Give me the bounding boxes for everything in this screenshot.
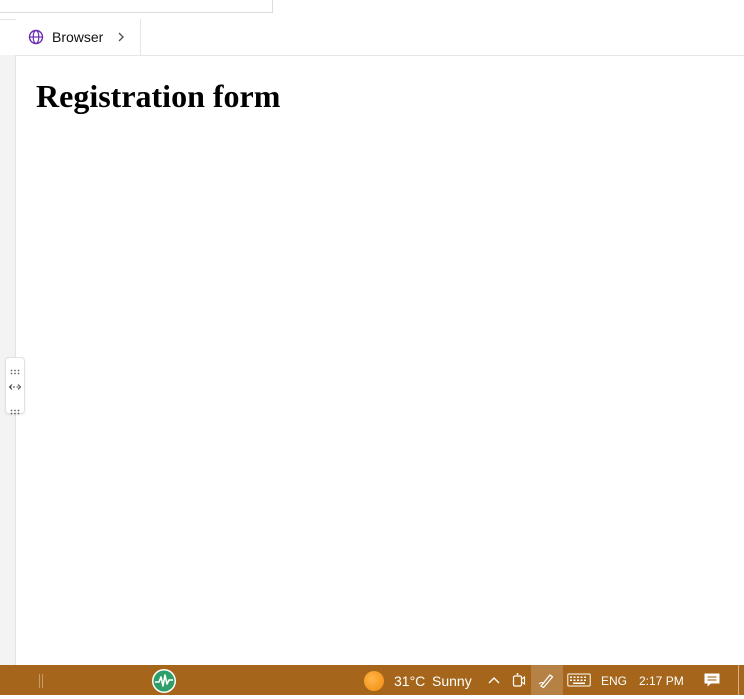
activity-monitor-app-button[interactable] bbox=[150, 668, 178, 694]
grip-icon bbox=[10, 362, 20, 375]
system-clock[interactable]: 2:17 PM bbox=[639, 674, 684, 688]
resize-arrows-icon bbox=[8, 379, 22, 390]
chevron-right-icon[interactable] bbox=[116, 30, 126, 44]
keyboard-icon[interactable] bbox=[567, 672, 591, 688]
taskbar-divider bbox=[39, 674, 40, 688]
show-desktop-button[interactable] bbox=[738, 665, 739, 695]
tab-bar: Browser bbox=[16, 19, 744, 56]
chevron-up-icon[interactable] bbox=[487, 672, 501, 688]
weather-temperature[interactable]: 31°C bbox=[394, 673, 425, 689]
taskbar-divider bbox=[42, 674, 43, 688]
taskbar: 31°C Sunny ENG 2:17 PM bbox=[0, 665, 744, 695]
panel-resize-handle[interactable] bbox=[5, 357, 25, 415]
page-title: Registration form bbox=[36, 78, 281, 114]
top-bar bbox=[0, 0, 744, 20]
notification-icon[interactable] bbox=[703, 672, 721, 688]
grip-icon bbox=[10, 402, 20, 415]
sun-icon[interactable] bbox=[364, 671, 384, 691]
activity-monitor-icon bbox=[152, 669, 176, 693]
tab-label: Browser bbox=[52, 29, 104, 45]
globe-icon bbox=[28, 29, 44, 45]
camera-icon[interactable] bbox=[512, 672, 526, 688]
address-field[interactable] bbox=[0, 0, 273, 13]
weather-condition[interactable]: Sunny bbox=[432, 673, 472, 689]
language-indicator[interactable]: ENG bbox=[601, 674, 627, 688]
pen-icon[interactable] bbox=[538, 672, 556, 688]
tab-browser[interactable]: Browser bbox=[16, 19, 141, 55]
page-content: Registration form bbox=[16, 56, 744, 665]
